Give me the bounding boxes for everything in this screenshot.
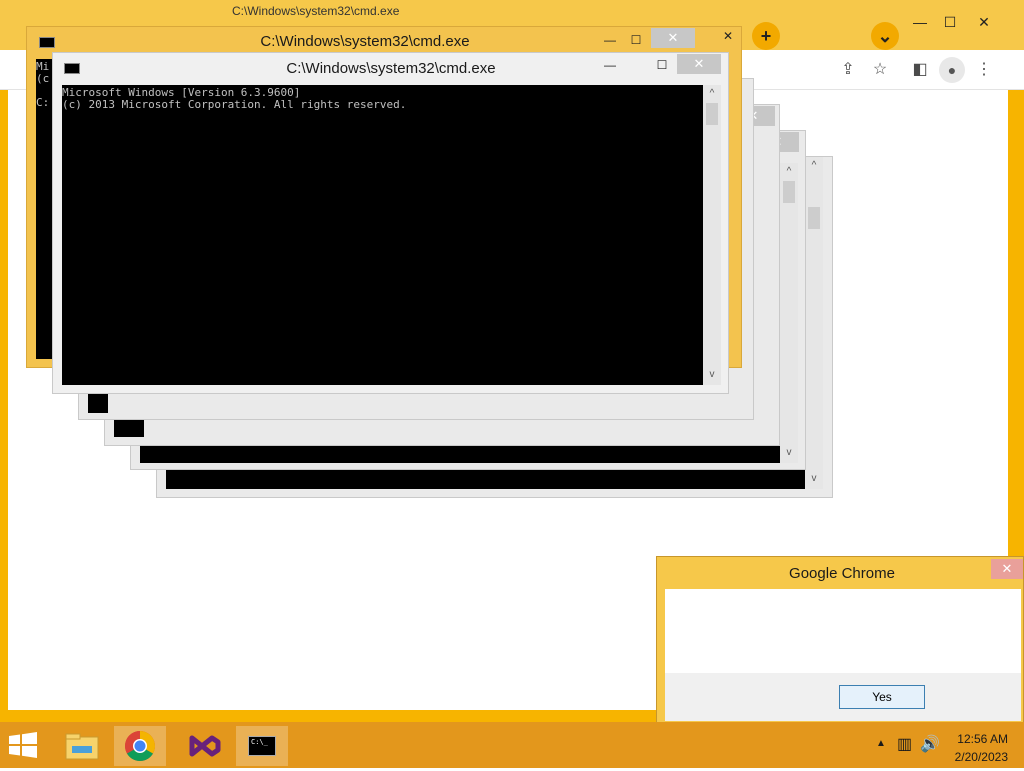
cmd-icon-label: C:\_ (248, 736, 276, 756)
chrome-icon[interactable] (114, 726, 166, 766)
scroll-up-arrow-icon[interactable]: ^ (706, 88, 718, 100)
console-line: (c (36, 72, 50, 85)
show-hidden-icons-icon[interactable]: ▲ (876, 738, 886, 749)
bookmark-star-icon[interactable]: ☆ (869, 59, 891, 81)
scroll-thumb[interactable] (808, 207, 820, 229)
vertical-scrollbar[interactable]: ^ v (805, 157, 823, 489)
chrome-dialog: Google Chrome ✕ Yes (656, 556, 1024, 728)
clock-time[interactable]: 12:56 AM (948, 732, 1008, 746)
maximize-button[interactable]: ☐ (649, 56, 675, 74)
minimize-button[interactable]: — (597, 31, 623, 49)
scroll-down-arrow-icon[interactable]: v (706, 369, 718, 381)
close-button[interactable]: ✕ (651, 28, 695, 48)
taskbar: C:\_ ▲ ▥ 🔊 12:56 AM 2/20/2023 (0, 722, 1024, 768)
profile-icon[interactable]: ● (939, 57, 965, 83)
window-title: C:\Windows\system32\cmd.exe (286, 60, 496, 77)
visual-studio-icon[interactable] (178, 726, 230, 766)
scroll-down-arrow-icon[interactable]: v (783, 447, 795, 459)
chrome-close-button[interactable]: ✕ (962, 10, 1006, 34)
menu-icon[interactable]: ⋮ (973, 59, 995, 81)
file-explorer-icon[interactable] (56, 726, 108, 766)
maximize-button[interactable]: ☐ (623, 31, 649, 49)
scroll-up-arrow-icon[interactable]: ^ (783, 166, 795, 178)
console-line: (c) 2013 Microsoft Corporation. All righ… (62, 98, 407, 111)
dialog-close-button[interactable]: ✕ (991, 559, 1023, 579)
command-prompt-icon[interactable]: C:\_ (236, 726, 288, 766)
side-panel-icon[interactable]: ◧ (909, 59, 931, 81)
windows-start-icon[interactable] (8, 732, 38, 758)
cmd-window-active: C:\Windows\system32\cmd.exe — ☐ ✕ Micros… (52, 52, 729, 394)
tab-search-button[interactable]: ⌄ (871, 22, 899, 50)
scroll-down-arrow-icon[interactable]: v (808, 473, 820, 485)
network-icon[interactable]: ▥ (897, 734, 912, 754)
close-button[interactable]: ✕ (715, 27, 741, 47)
dialog-body (665, 589, 1021, 673)
console-area[interactable]: Microsoft Windows [Version 6.3.9600] (c)… (62, 85, 704, 385)
close-button[interactable]: ✕ (677, 54, 721, 74)
scroll-up-arrow-icon[interactable]: ^ (808, 160, 820, 172)
clock-date[interactable]: 2/20/2023 (948, 750, 1008, 764)
minimize-button[interactable]: — (597, 56, 623, 74)
console-area (166, 467, 806, 489)
vertical-scrollbar[interactable]: ^ v (703, 85, 721, 385)
console-area (88, 393, 108, 413)
dialog-title: Google Chrome (789, 565, 895, 582)
volume-icon[interactable]: 🔊 (920, 734, 940, 754)
vertical-scrollbar[interactable]: ^ v (780, 163, 798, 463)
console-line: C: (36, 96, 50, 109)
share-icon[interactable]: ⇪ (837, 59, 859, 81)
yes-button[interactable]: Yes (839, 685, 925, 709)
chrome-tab-title[interactable]: C:\Windows\system32\cmd.exe (232, 4, 399, 18)
dialog-footer: Yes (665, 673, 1021, 721)
scroll-thumb[interactable] (706, 103, 718, 125)
scroll-thumb[interactable] (783, 181, 795, 203)
new-tab-button[interactable]: + (752, 22, 780, 50)
